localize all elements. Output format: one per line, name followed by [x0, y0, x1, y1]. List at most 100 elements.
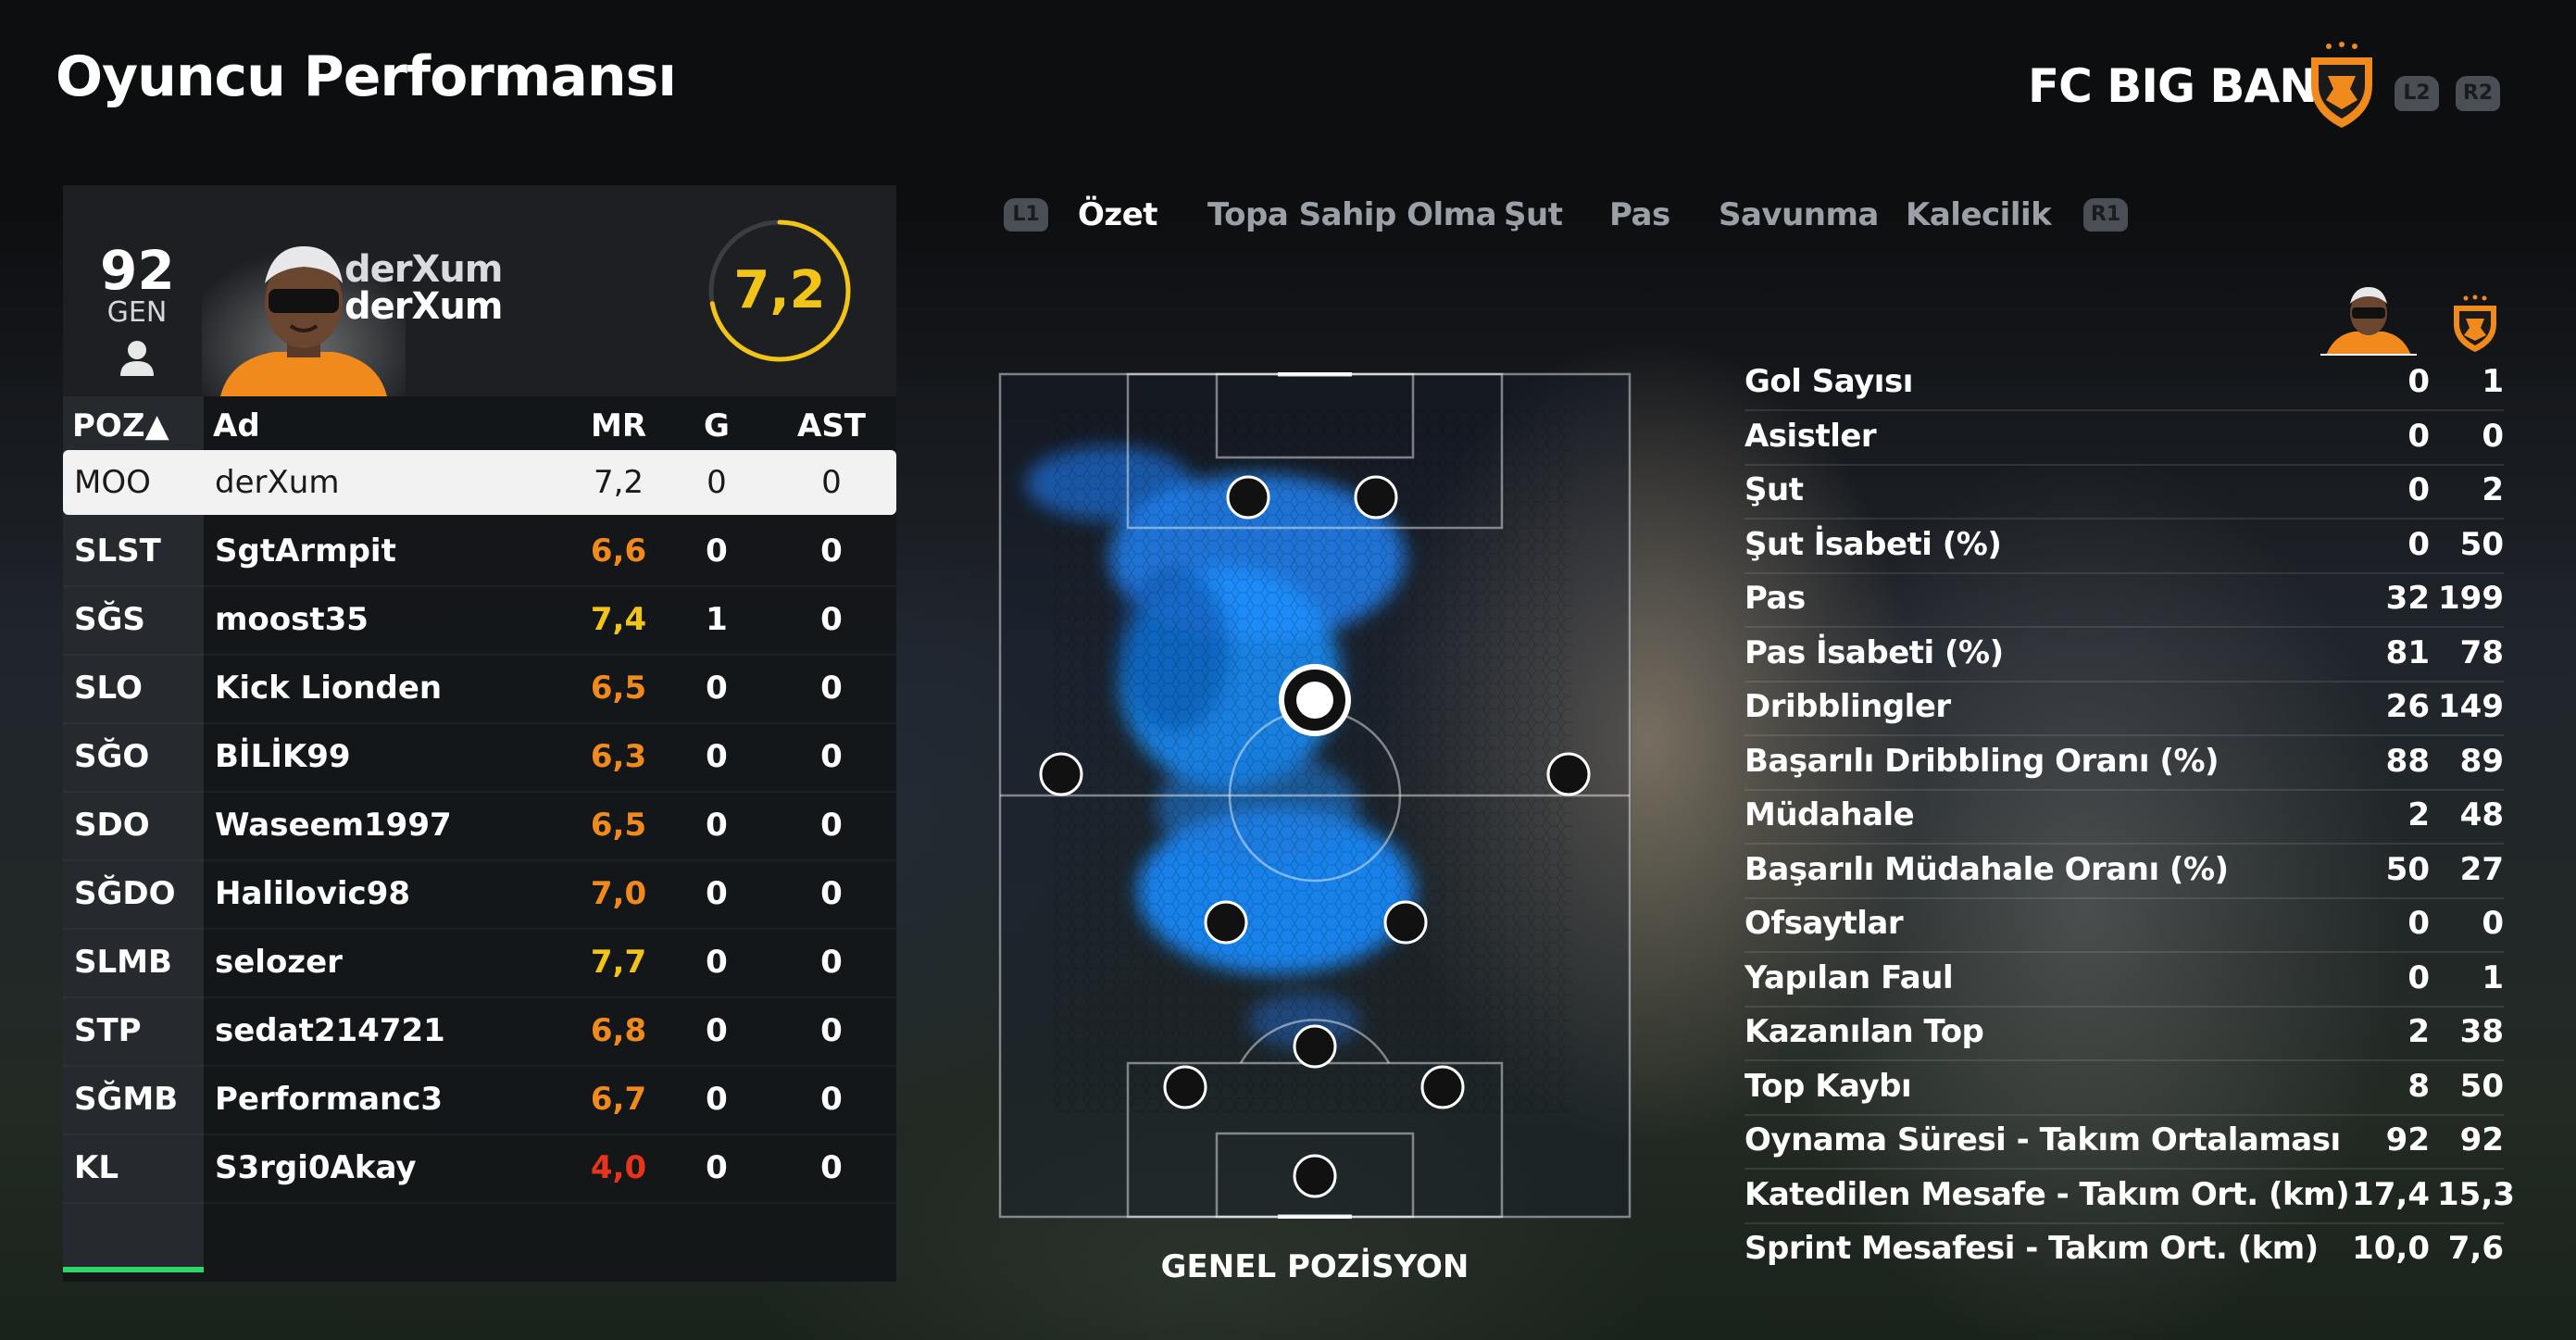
stat-label: Katedilen Mesafe - Takım Ort. (km)	[1744, 1175, 2350, 1213]
stat-label: Top Kaybı	[1744, 1067, 1912, 1105]
stat-row: Ofsaytlar 0 0	[1744, 899, 2504, 953]
column-header-match-rating[interactable]: MR	[563, 407, 674, 445]
tab-savunma[interactable]: Savunma	[1719, 196, 1879, 233]
row-player-name: Waseem1997	[215, 807, 452, 844]
row-position: SĞO	[74, 738, 150, 775]
stat-team-value: 50	[2459, 1067, 2504, 1105]
player-card: 92 GEN derXum derXum 7,2	[63, 185, 896, 396]
row-match-rating: 6,3	[590, 738, 647, 775]
row-position: STP	[74, 1012, 142, 1049]
stat-row: Gol Sayısı 0 1	[1744, 357, 2504, 411]
person-icon	[120, 341, 154, 376]
scroll-indicator	[63, 1267, 204, 1272]
row-assists: 0	[820, 944, 843, 981]
row-assists: 0	[820, 875, 843, 912]
tab-pas[interactable]: Pas	[1609, 196, 1670, 233]
row-position: SLO	[74, 670, 143, 707]
tab-topa-sahip-olma[interactable]: Topa Sahip Olma	[1207, 196, 1497, 233]
stat-label: Dribblingler	[1744, 688, 1951, 725]
row-player-name: Performanc3	[215, 1081, 444, 1118]
row-assists: 0	[821, 464, 842, 501]
table-row[interactable]: SLMB selozer 7,7 0 0	[63, 930, 896, 998]
table-row[interactable]: STP sedat214721 6,8 0 0	[63, 998, 896, 1067]
row-player-name: S3rgi0Akay	[215, 1149, 417, 1186]
stat-player-value: 81	[2385, 633, 2430, 671]
stat-team-value: 48	[2459, 796, 2504, 833]
stat-label: Oynama Süresi - Takım Ortalaması	[1744, 1121, 2341, 1158]
stat-row: Şut 0 2	[1744, 466, 2504, 520]
row-player-name: BİLİK99	[215, 738, 351, 775]
row-player-name: Kick Lionden	[215, 670, 443, 707]
stat-player-value: 0	[2407, 417, 2430, 455]
table-row[interactable]: MOO derXum 7,2 0 0	[63, 450, 896, 515]
player-column-avatar	[2320, 287, 2417, 356]
stat-row: Sprint Mesafesi - Takım Ort. (km) 10,0 7,6	[1744, 1224, 2504, 1278]
stat-label: Pas İsabeti (%)	[1744, 633, 2004, 671]
row-position: MOO	[74, 464, 151, 501]
stat-team-value: 1	[2482, 363, 2504, 400]
stat-label: Sprint Mesafesi - Takım Ort. (km)	[1744, 1230, 2319, 1267]
column-header-goals[interactable]: G	[689, 407, 744, 445]
stat-label: Müdahale	[1744, 796, 1915, 833]
row-player-name: derXum	[215, 464, 340, 501]
position-heatmap-pitch	[998, 372, 1632, 1219]
tab-ozet[interactable]: Özet	[1078, 196, 1158, 233]
stat-team-value: 89	[2459, 742, 2504, 780]
selected-player-marker	[1279, 664, 1351, 736]
r1-button[interactable]: R1	[2083, 198, 2128, 232]
stat-team-value: 149	[2438, 688, 2504, 725]
table-row[interactable]: SLST SgtArmpit 6,6 0 0	[63, 519, 896, 587]
row-position: SĞS	[74, 601, 145, 638]
stat-player-value: 0	[2407, 905, 2430, 942]
stat-team-value: 199	[2438, 580, 2504, 617]
heatmap-title: GENEL POZİSYON	[1160, 1248, 1469, 1285]
table-row[interactable]: KL S3rgi0Akay 4,0 0 0	[63, 1135, 896, 1204]
row-match-rating: 7,0	[590, 875, 647, 912]
column-header-position[interactable]: POZ▲	[72, 407, 169, 445]
table-row[interactable]: SDO Waseem1997 6,5 0 0	[63, 793, 896, 861]
row-position: SLMB	[74, 944, 172, 981]
table-row[interactable]: SLO Kick Lionden 6,5 0 0	[63, 656, 896, 724]
row-match-rating: 6,6	[590, 532, 647, 570]
r2-button[interactable]: R2	[2456, 76, 2500, 111]
table-row[interactable]: SĞDO Halilovic98 7,0 0 0	[63, 861, 896, 930]
stat-team-value: 15,3	[2437, 1175, 2515, 1213]
stat-player-value: 0	[2407, 363, 2430, 400]
team-column-crest-icon	[2454, 294, 2496, 352]
row-assists: 0	[820, 670, 843, 707]
row-match-rating: 6,7	[590, 1081, 647, 1118]
stat-label: Başarılı Dribbling Oranı (%)	[1744, 742, 2220, 780]
row-player-name: moost35	[215, 601, 369, 638]
l2-button[interactable]: L2	[2395, 76, 2439, 111]
player-panel: 92 GEN derXum derXum 7,2 POZ▲ Ad MR G AS…	[63, 185, 896, 1282]
l1-button[interactable]: L1	[1004, 198, 1048, 232]
column-header-assists[interactable]: AST	[794, 407, 869, 445]
stat-player-value: 92	[2385, 1121, 2430, 1158]
stat-row: Kazanılan Top 2 38	[1744, 1008, 2504, 1061]
row-player-name: sedat214721	[215, 1012, 445, 1049]
row-position: SĞMB	[74, 1081, 179, 1118]
tab-kalecilik[interactable]: Kalecilik	[1906, 196, 2052, 233]
row-match-rating: 6,5	[590, 670, 647, 707]
column-header-name[interactable]: Ad	[213, 407, 260, 445]
row-assists: 0	[820, 738, 843, 775]
stat-team-value: 0	[2482, 905, 2504, 942]
row-position: SLST	[74, 532, 161, 570]
stat-team-value: 7,6	[2447, 1230, 2504, 1267]
table-row[interactable]: SĞO BİLİK99 6,3 0 0	[63, 724, 896, 793]
table-row[interactable]: SĞMB Performanc3 6,7 0 0	[63, 1067, 896, 1135]
table-row[interactable]: SĞS moost35 7,4 1 0	[63, 587, 896, 656]
stat-label: Yapılan Faul	[1744, 958, 1954, 996]
row-divider	[63, 1202, 896, 1204]
stat-row: Pas İsabeti (%) 81 78	[1744, 629, 2504, 683]
row-goals: 0	[707, 464, 727, 501]
row-match-rating: 7,7	[590, 944, 647, 981]
row-assists: 0	[820, 1081, 843, 1118]
tab-sut[interactable]: Şut	[1504, 196, 1563, 233]
stat-row: Dribblingler 26 149	[1744, 683, 2504, 736]
stat-player-value: 88	[2385, 742, 2430, 780]
stat-row: Şut İsabeti (%) 0 50	[1744, 520, 2504, 574]
row-goals: 0	[706, 1012, 728, 1049]
row-goals: 0	[706, 875, 728, 912]
row-match-rating: 4,0	[590, 1149, 647, 1186]
